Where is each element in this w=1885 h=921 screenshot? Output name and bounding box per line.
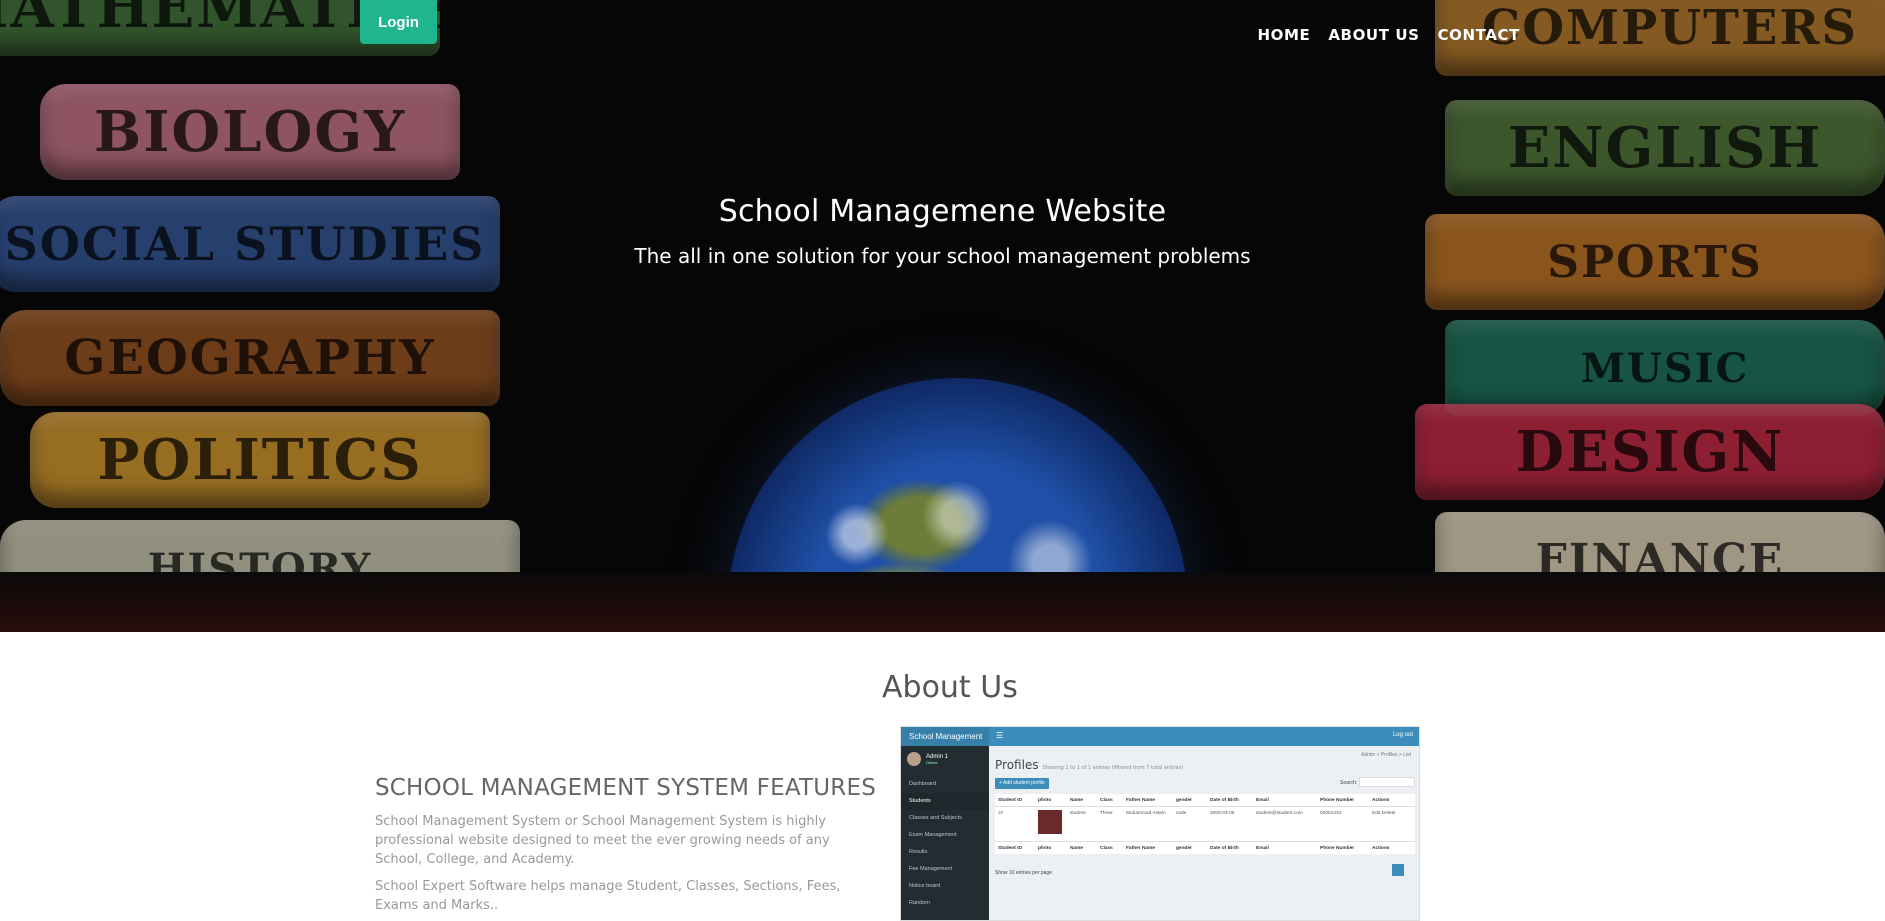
book-label: ENGLISH [1507,115,1823,181]
table-footer-cell: gender [1176,846,1192,851]
preview-pagination [1392,864,1404,876]
book-stack-right: COMPUTERS ENGLISH SPORTS MUSIC DESIGN FI… [1325,0,1885,632]
book-biology: BIOLOGY [40,84,460,180]
table-footer-cell: Class [1100,846,1113,851]
features-paragraph-1: School Management System or School Manag… [375,814,830,867]
table-header-row: Student ID photo Name Class Father Name … [995,794,1415,807]
preview-add-button: + Add student profile [995,778,1049,789]
book-stack-left: MATHEMATICS BIOLOGY SOCIAL STUDIES GEOGR… [0,0,560,632]
preview-menu-item: Notice board [909,883,941,889]
preview-heading: Profiles Showing 1 to 1 of 1 entries (fil… [995,758,1183,772]
table-header-cell: gender [1176,798,1192,803]
hero-title: School Managemene Website [718,194,1167,229]
preview-table: Student ID photo Name Class Father Name … [995,794,1415,854]
book-label: COMPUTERS [1482,0,1858,56]
preview-menu-item: Fee Management [909,866,953,872]
table-footer-cell: Student ID [998,846,1022,851]
hero-banner: MATHEMATICS BIOLOGY SOCIAL STUDIES GEOGR… [0,0,1885,632]
preview-breadcrumb: Admin > Profiles > List [1360,752,1411,758]
main-nav: HOME ABOUT US CONTACT [1257,26,1520,44]
table-cell-photo [1035,807,1067,841]
about-title: About Us [882,670,1018,705]
table-footer-cell: Phone Number [1320,846,1355,851]
book-label: GEOGRAPHY [64,330,436,386]
preview-logout: Log out [1392,732,1413,738]
preview-menu: Dashboard Students Classes and Subjects … [901,776,989,912]
table-row: 37 student Three Muhammad Aslam male 200… [995,807,1415,841]
hero-subtitle: The all in one solution for your school … [634,244,1251,268]
book-music: MUSIC [1445,320,1885,416]
preview-heading-text: Profiles [995,758,1039,772]
preview-user-panel: Admin 1 Online [907,752,948,766]
preview-search-input [1359,777,1415,787]
features-paragraph-2: School Expert Software helps manage Stud… [375,879,841,913]
table-header-cell: Father Name [1126,798,1156,803]
preview-brand: School Management [901,727,989,746]
table-footer-cell: Email [1256,846,1269,851]
table-cell: Muhammad Aslam [1126,811,1166,816]
table-header-cell: Student ID [998,798,1022,803]
features-title: SCHOOL MANAGEMENT SYSTEM FEATURES [375,775,876,801]
table-footer-cell: photo [1038,846,1052,851]
preview-menu-item: Dashboard [909,781,936,787]
book-label: MUSIC [1580,344,1750,392]
login-button[interactable]: Login [360,0,437,44]
table-cell: 2000-03-05 [1210,811,1235,816]
table-cell: student [1070,811,1086,816]
book-politics: POLITICS [30,412,490,508]
preview-menu-item: Students [901,793,989,810]
preview-menu-item: Results [909,849,928,855]
nav-home-link[interactable]: HOME [1257,26,1310,44]
book-geography: GEOGRAPHY [0,310,500,406]
preview-sidebar: Admin 1 Online Dashboard Students Classe… [901,746,989,920]
table-cell: 03001234 [1320,811,1342,816]
book-label: BIOLOGY [93,99,407,165]
preview-menu-item: Exam Management [909,832,957,838]
book-design: DESIGN [1415,404,1885,500]
table-header-cell: photo [1038,798,1052,803]
table-header-cell: Class [1100,798,1113,803]
table-header-cell: Phone Number [1320,798,1355,803]
table-header-cell: Date of Birth [1210,798,1239,803]
table-cell: 37 [998,811,1004,816]
preview-heading-small: Showing 1 to 1 of 1 entries (filtered fr… [1042,765,1184,771]
table-cell: Three [1100,811,1113,816]
book-english: ENGLISH [1445,100,1885,196]
nav-about-link[interactable]: ABOUT US [1328,26,1419,44]
hero-floor-shadow [0,572,1885,632]
table-footer-cell: Actions [1372,846,1390,851]
preview-show-entries: Show 10 entries per page [995,870,1052,876]
table-footer-cell: Date of Birth [1210,846,1239,851]
table-footer-cell: Name [1070,846,1084,851]
preview-menu-item: Random [909,900,930,906]
table-footer-row: Student ID photo Name Class Father Name … [995,841,1415,854]
hamburger-icon: ☰ [996,731,1004,740]
preview-search-label: Search: [1340,780,1358,786]
preview-user-name: Admin 1 [926,753,949,760]
table-header-cell: Email [1256,798,1269,803]
nav-contact-link[interactable]: CONTACT [1438,26,1520,44]
book-label: DESIGN [1515,419,1785,485]
table-footer-cell: Father Name [1126,846,1156,851]
preview-user-status: Online [926,759,938,765]
app-screenshot-preview: School Management ☰ Log out Admin 1 Onli… [900,726,1420,921]
book-label: POLITICS [97,427,423,493]
table-cell: Edit Delete [1372,811,1396,816]
student-photo [1038,810,1062,834]
avatar [907,752,921,766]
table-cell: male [1176,811,1187,816]
table-header-cell: Actions [1372,798,1390,803]
table-cell: student@student.com [1256,811,1303,816]
table-header-cell: Name [1070,798,1084,803]
preview-menu-item: Classes and Subjects [909,815,962,821]
